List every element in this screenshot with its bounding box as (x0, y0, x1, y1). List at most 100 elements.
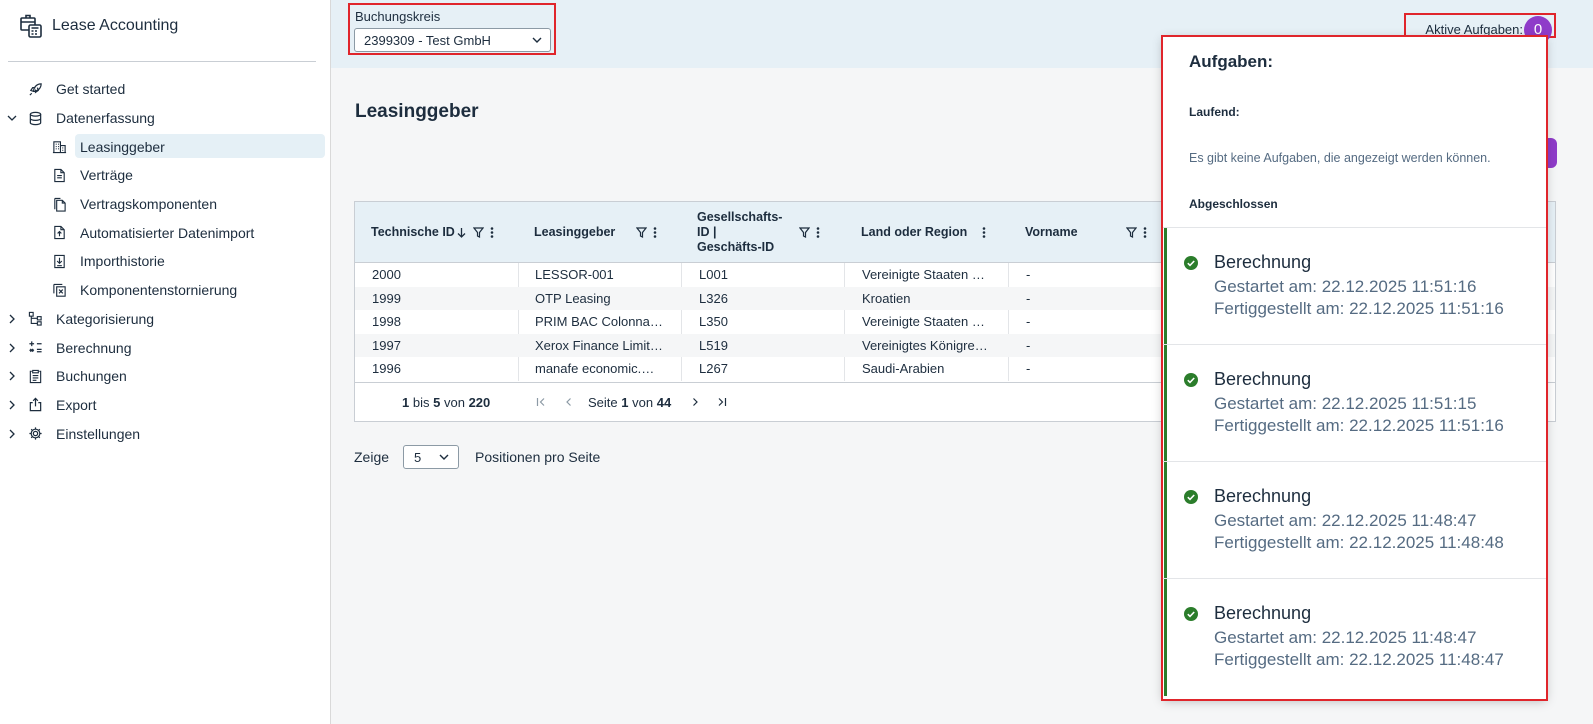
chevron-right-icon (9, 314, 15, 324)
app-title: Lease Accounting (52, 17, 179, 34)
sidebar-divider (8, 61, 316, 62)
document-icon (54, 168, 65, 183)
column-label: Leasinggeber (534, 225, 616, 239)
cell-country: Saudi-Arabien (862, 361, 945, 377)
previous-page-icon[interactable] (564, 397, 574, 407)
page-size-select[interactable]: 5 (403, 445, 459, 469)
building-icon (52, 141, 67, 154)
more-vertical-icon[interactable] (816, 227, 820, 238)
column-label: Vorname (1025, 225, 1078, 239)
hierarchy-icon (28, 312, 42, 326)
database-icon (29, 111, 42, 125)
nav-label: Vertragskomponenten (80, 196, 217, 213)
cell-company-id: L267 (699, 361, 728, 377)
column-label: Gesellschafts- ID | Geschäfts-ID (697, 210, 782, 255)
chevron-right-icon (9, 429, 15, 439)
column-header-technical-id[interactable]: Technische ID (371, 202, 521, 263)
nav-buchungen[interactable]: Buchungen (0, 362, 331, 391)
clipboard-icon (29, 369, 42, 383)
cell-lessor: PRIM BAC Colonna… (535, 314, 663, 330)
cell-company-id: L001 (699, 267, 728, 282)
nav-export[interactable]: Export (0, 391, 331, 420)
cell-first-name: - (1026, 290, 1031, 306)
nav-label: Einstellungen (56, 425, 141, 442)
pager-total: 220 (468, 395, 491, 410)
nav-label: Verträge (80, 167, 133, 184)
more-vertical-icon[interactable] (982, 227, 986, 238)
nav-komponentenstornierung[interactable]: Komponentenstornierung (0, 276, 331, 305)
nav-label: Importhistorie (80, 253, 165, 270)
nav-einstellungen[interactable]: Einstellungen (0, 419, 331, 448)
cell-country: Vereinigtes Königre… (862, 337, 988, 353)
import-history-icon (54, 254, 65, 269)
app-header: Lease Accounting (20, 12, 178, 40)
page-title: Leasinggeber (355, 101, 479, 122)
column-label-line: ID | (697, 225, 717, 239)
highlight-tasks-panel (1161, 35, 1548, 701)
sidebar-nav: Get started Datenerfassung Leasinggeber … (0, 75, 331, 448)
sidebar: Lease Accounting Get started Datenerfass… (0, 0, 331, 724)
cell-first-name: - (1026, 267, 1031, 282)
cell-country: Vereinigte Staaten … (862, 267, 985, 282)
first-page-icon[interactable] (536, 397, 546, 407)
column-label: Technische ID (371, 225, 455, 239)
filter-icon[interactable] (1126, 227, 1137, 238)
pager-range: 1 bis 5 von 220 (402, 395, 490, 410)
page-size-suffix: Positionen pro Seite (475, 449, 601, 465)
chevron-down-icon (7, 115, 17, 121)
rocket-icon (29, 83, 42, 96)
column-header-lessor[interactable]: Leasinggeber (534, 202, 684, 263)
cell-technical-id: 1997 (372, 337, 401, 353)
nav-datenerfassung[interactable]: Datenerfassung (0, 104, 331, 133)
more-vertical-icon[interactable] (490, 227, 494, 238)
column-header-first-name[interactable]: Vorname (1025, 202, 1165, 263)
pager-bis-label: bis (412, 395, 430, 410)
pager-page-label: Seite (588, 395, 618, 410)
cancel-component-icon (53, 283, 66, 297)
pager-page: Seite 1 von 44 (588, 395, 671, 410)
nav-leasinggeber[interactable]: Leasinggeber (0, 132, 331, 161)
pager-of-label: von (632, 395, 654, 410)
nav-label: Kategorisierung (56, 310, 155, 327)
more-vertical-icon[interactable] (653, 227, 657, 238)
cell-lessor: Xerox Finance Limit… (535, 337, 663, 353)
filter-icon[interactable] (799, 227, 810, 238)
nav-label: Komponentenstornierung (80, 282, 238, 299)
cell-country: Kroatien (862, 290, 911, 306)
column-label: Land oder Region (861, 225, 968, 239)
cell-technical-id: 1998 (372, 314, 401, 330)
filter-icon[interactable] (473, 227, 484, 238)
cell-first-name: - (1026, 361, 1031, 377)
nav-berechnung[interactable]: Berechnung (0, 333, 331, 362)
nav-label: Datenerfassung (56, 110, 155, 127)
cell-technical-id: 1999 (372, 290, 401, 306)
column-header-company-id[interactable]: Gesellschafts- ID | Geschäfts-ID (697, 202, 847, 263)
nav-vertragskomponenten[interactable]: Vertragskomponenten (0, 190, 331, 219)
nav-importhistorie[interactable]: Importhistorie (0, 247, 331, 276)
nav-get-started[interactable]: Get started (0, 75, 331, 104)
chevron-right-icon (9, 343, 15, 352)
cell-lessor: manafe economic.… (535, 361, 655, 377)
nav-kategorisierung[interactable]: Kategorisierung (0, 305, 331, 334)
gear-icon (29, 427, 42, 440)
more-vertical-icon[interactable] (1143, 227, 1147, 238)
highlight-company-select (348, 3, 556, 55)
pager-von-label: von (443, 395, 465, 410)
next-page-icon[interactable] (690, 397, 700, 407)
last-page-icon[interactable] (717, 397, 727, 407)
lease-accounting-logo-icon (20, 14, 42, 38)
sort-descending-icon[interactable] (457, 227, 466, 238)
nav-label: Automatisierter Datenimport (80, 224, 255, 241)
calculator-icon (29, 341, 42, 353)
nav-automatisierter-datenimport[interactable]: Automatisierter Datenimport (0, 218, 331, 247)
chevron-right-icon (9, 371, 15, 381)
filter-icon[interactable] (636, 227, 647, 238)
nav-label: Berechnung (56, 339, 132, 356)
pager-total-pages: 44 (656, 395, 672, 410)
nav-vertraege[interactable]: Verträge (0, 161, 331, 190)
column-label-line: Gesellschafts- (697, 210, 783, 224)
nav-label: Leasinggeber (80, 138, 165, 155)
cell-lessor: LESSOR-001 (535, 267, 614, 282)
column-header-country[interactable]: Land oder Region (861, 202, 1011, 263)
pager-to: 5 (433, 395, 441, 410)
